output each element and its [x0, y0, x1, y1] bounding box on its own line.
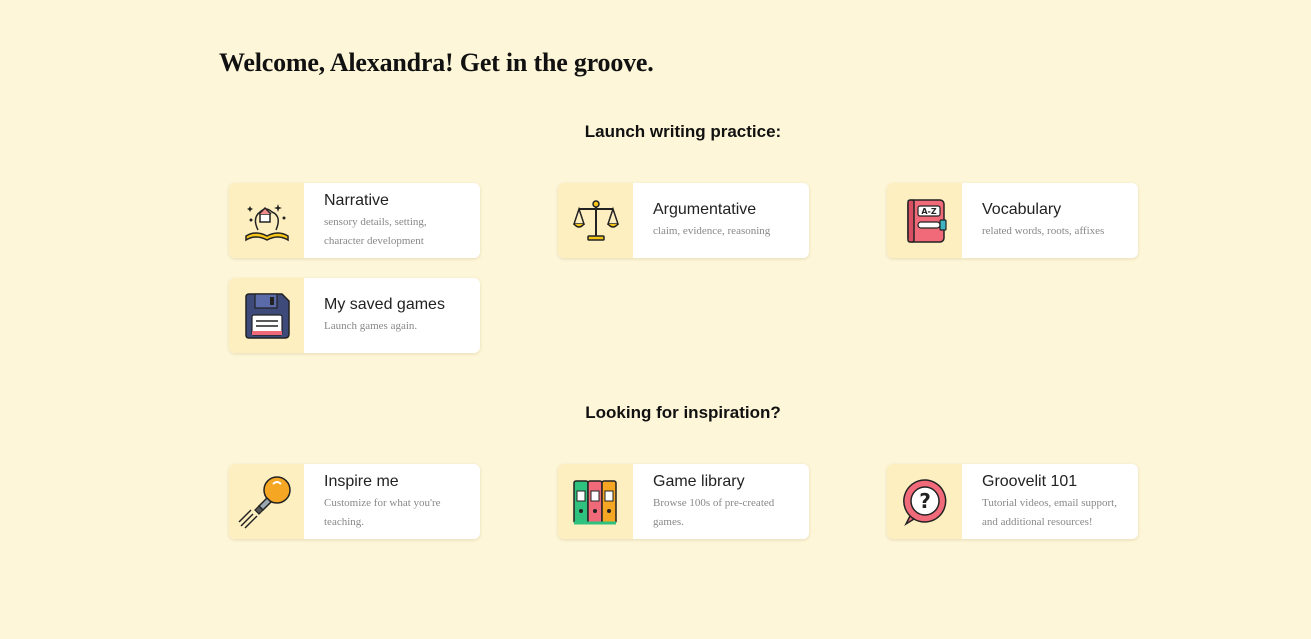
- card-description: Tutorial videos, email support, and addi…: [982, 496, 1117, 528]
- card-description: Launch games again.: [324, 320, 418, 332]
- vocabulary-card[interactable]: A-Z Vocabulary related words, roots, aff…: [887, 183, 1138, 258]
- card-description: Customize for what you're teaching.: [324, 496, 441, 528]
- bookshelf-icon: [572, 479, 617, 524]
- card-description: sensory details, setting, character deve…: [324, 215, 427, 247]
- lightbulb-icon: [237, 475, 291, 529]
- game-library-card[interactable]: Game library Browse 100s of pre-created …: [558, 464, 809, 539]
- vocabulary-icon-tile: A-Z: [887, 183, 962, 258]
- floppy-disk-icon: [244, 292, 290, 339]
- groovelit-101-icon-tile: ?: [887, 464, 962, 539]
- argumentative-card[interactable]: Argumentative claim, evidence, reasoning: [558, 183, 809, 258]
- card-title: Vocabulary: [982, 201, 1062, 218]
- question-bubble-icon: ?: [902, 478, 946, 526]
- narrative-icon-tile: [229, 183, 304, 258]
- narrative-card[interactable]: Narrative sensory details, setting, char…: [229, 183, 480, 258]
- card-title: Game library: [653, 472, 745, 490]
- card-title: Argumentative: [653, 201, 757, 218]
- scales-icon: [572, 199, 619, 241]
- game-library-icon-tile: [558, 464, 633, 539]
- dictionary-icon: A-Z: [906, 198, 947, 243]
- card-description: claim, evidence, reasoning: [653, 225, 771, 237]
- inspiration-heading: Looking for inspiration?: [585, 403, 781, 422]
- card-title: Narrative: [324, 191, 389, 209]
- groovelit-101-card[interactable]: ? Groovelit 101 Tutorial videos, email s…: [887, 464, 1138, 539]
- welcome-heading: Welcome, Alexandra! Get in the groove.: [219, 48, 654, 77]
- card-title: Inspire me: [324, 472, 399, 490]
- svg-text:A-Z: A-Z: [921, 207, 937, 216]
- argumentative-icon-tile: [558, 183, 633, 258]
- card-description: Browse 100s of pre-created games.: [653, 496, 775, 528]
- card-title: Groovelit 101: [982, 472, 1078, 490]
- card-title: My saved games: [324, 296, 445, 313]
- inspire-me-card[interactable]: Inspire me Customize for what you're tea…: [229, 464, 480, 539]
- practice-heading: Launch writing practice:: [584, 122, 782, 141]
- inspire-me-icon-tile: [229, 464, 304, 539]
- svg-text:?: ?: [919, 489, 931, 513]
- open-book-icon: [244, 203, 289, 241]
- card-description: related words, roots, affixes: [982, 225, 1105, 237]
- saved-games-icon-tile: [229, 278, 304, 353]
- saved-games-card[interactable]: My saved games Launch games again.: [229, 278, 480, 353]
